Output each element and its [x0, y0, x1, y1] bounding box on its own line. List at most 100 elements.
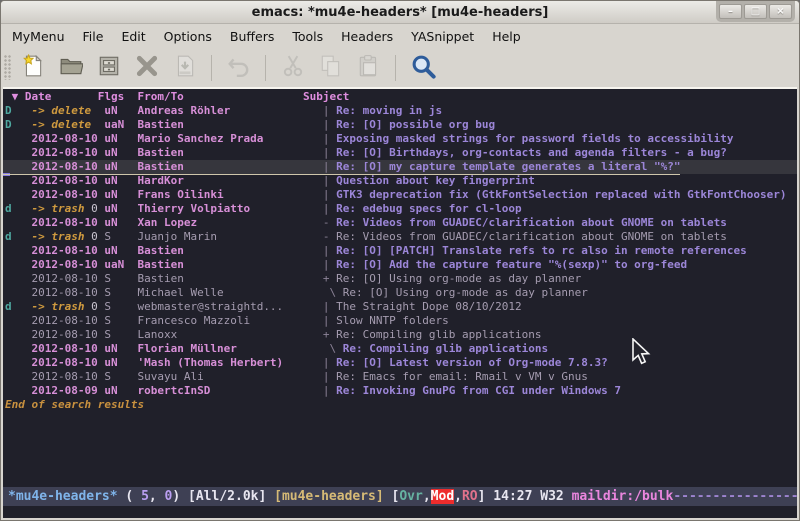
menu-headers[interactable]: Headers — [332, 26, 402, 47]
message-row[interactable]: D -> delete uN Andreas Röhler | Re: movi… — [3, 104, 797, 118]
modeline-segment-plain: ] — [478, 489, 494, 504]
date-field: 2012-08-10 — [32, 370, 105, 383]
message-row[interactable]: d -> trash 0 uN Thierry Volpiatto | Re: … — [3, 202, 797, 216]
subject-field: Re: [O] Birthdays, org-contacts and agen… — [336, 146, 727, 159]
mark-indicator — [5, 244, 32, 257]
subject-field: Re: Invoking GnuPG from CGI under Window… — [336, 384, 621, 397]
message-row[interactable]: 2012-08-10 S Bastien + Re: [O] Using org… — [3, 272, 797, 286]
message-row[interactable]: 2012-08-10 uN Bastien | Re: [O] my captu… — [3, 160, 797, 174]
toolbar-open-folder-button[interactable] — [53, 51, 88, 84]
toolbar-grip-handle[interactable] — [4, 55, 12, 80]
flags-field: uN — [104, 160, 137, 173]
subject-field: Re: Videos from GUADEC/clarification abo… — [336, 230, 727, 243]
flags-field: S — [104, 370, 137, 383]
thread-separator: | — [316, 258, 336, 271]
flags-field: uN — [104, 244, 137, 257]
message-row[interactable]: 2012-08-10 uN Bastien | Re: [O] Birthday… — [3, 146, 797, 160]
minimize-button[interactable]: – — [719, 4, 742, 19]
toolbar-new-file-button[interactable] — [15, 51, 50, 84]
maximize-button[interactable]: □ — [744, 4, 767, 19]
toolbar-copy-button — [313, 51, 348, 84]
thread-separator: | — [316, 370, 336, 383]
from-field: Suvayu Ali — [137, 370, 316, 383]
action-label: -> trash — [32, 300, 85, 313]
message-row[interactable]: D -> delete uaN Bastien | Re: [O] possib… — [3, 118, 797, 132]
undo-icon — [227, 54, 251, 82]
mark-indicator — [5, 384, 32, 397]
message-row[interactable]: 2012-08-10 S Suvayu Ali | Re: Emacs for … — [3, 370, 797, 384]
headers-column-header[interactable]: ▼ Date Flgs From/To Subject — [3, 89, 797, 104]
subject-field: Re: Videos from GUADEC/clarification abo… — [336, 216, 727, 229]
message-row[interactable]: 2012-08-10 S Lanoxx + Re: Compiling glib… — [3, 328, 797, 342]
menu-file[interactable]: File — [74, 26, 113, 47]
message-row[interactable]: 2012-08-10 uN Frans Oilinki | GTK3 depre… — [3, 188, 797, 202]
menu-help[interactable]: Help — [483, 26, 530, 47]
message-row[interactable]: d -> trash 0 S webmaster@straightd... | … — [3, 300, 797, 314]
mark-indicator: D — [5, 104, 32, 117]
date-field: 2012-08-10 — [32, 258, 105, 271]
subject-field: Slow NNTP folders — [336, 314, 449, 327]
thread-separator: | — [316, 314, 336, 327]
mark-indicator — [5, 272, 32, 285]
message-row[interactable]: 2012-08-10 uN Xan Lopez - Re: Videos fro… — [3, 216, 797, 230]
message-row[interactable]: 2012-08-10 uN Bastien | Re: [O] [PATCH] … — [3, 244, 797, 258]
toolbar-close-button[interactable] — [129, 51, 164, 84]
menu-yasnippet[interactable]: YASnippet — [402, 26, 483, 47]
mark-indicator — [5, 160, 32, 173]
toolbar-search-button[interactable] — [405, 51, 440, 84]
date-field: 2012-08-10 — [32, 314, 105, 327]
modeline-segment-plain: ( — [118, 489, 141, 504]
mark-indicator — [5, 356, 32, 369]
thread-separator: - — [316, 230, 336, 243]
from-field: Frans Oilinki — [137, 188, 316, 201]
flags-field: uN — [104, 202, 137, 215]
mu4e-headers-buffer: ▼ Date Flgs From/To Subject D -> delete … — [3, 87, 797, 487]
from-field: Lanoxx — [137, 328, 316, 341]
emacs-window: emacs: *mu4e-headers* [mu4e-headers] –□×… — [0, 0, 800, 521]
from-field: Juanjo Marin — [137, 230, 316, 243]
message-list: D -> delete uN Andreas Röhler | Re: movi… — [3, 104, 797, 398]
modeline-segment-plain: , — [423, 489, 431, 504]
action-label: -> trash — [32, 230, 85, 243]
subject-field: Re: edebug specs for cl-loop — [336, 202, 521, 215]
from-field: Bastien — [137, 258, 316, 271]
thread-separator: \ — [316, 286, 343, 299]
thread-separator: - — [316, 216, 336, 229]
modeline-segment-minor: [mu4e-headers] — [274, 489, 391, 504]
message-row[interactable]: 2012-08-10 uN Mario Sanchez Prada | Expo… — [3, 132, 797, 146]
thread-separator: \ — [316, 342, 343, 355]
thread-separator: | — [316, 300, 336, 313]
modeline-segment-plain: ) — [172, 489, 188, 504]
date-field: 2012-08-10 — [32, 216, 105, 229]
subject-field: Re: [O] possible org bug — [336, 118, 495, 131]
copy-icon — [319, 54, 343, 82]
menu-tools[interactable]: Tools — [283, 26, 332, 47]
toolbar-paste-button — [351, 51, 386, 84]
subject-field: Re: Compiling glib applications — [336, 328, 541, 341]
message-row[interactable]: 2012-08-10 uaN Bastien | Re: [O] Add the… — [3, 258, 797, 272]
flags-field: S — [104, 300, 137, 313]
message-row[interactable]: 2012-08-10 uN Florian Müllner \ Re: Comp… — [3, 342, 797, 356]
from-field: Michael Welle — [137, 286, 316, 299]
mark-indicator — [5, 258, 32, 271]
thread-separator: | — [316, 384, 336, 397]
message-row[interactable]: 2012-08-09 uN robertcInSD | Re: Invoking… — [3, 384, 797, 398]
toolbar-separator — [265, 55, 266, 81]
close-button[interactable]: × — [769, 4, 792, 19]
message-row[interactable]: 2012-08-10 S Francesco Mazzoli | Slow NN… — [3, 314, 797, 328]
menu-mymenu[interactable]: MyMenu — [3, 26, 74, 47]
cut-icon — [281, 54, 305, 82]
message-row[interactable]: 2012-08-10 uN 'Mash (Thomas Herbert) | R… — [3, 356, 797, 370]
message-row[interactable]: 2012-08-10 uN HardKor | Question about k… — [3, 174, 797, 188]
menu-options[interactable]: Options — [155, 26, 221, 47]
flags-field: S — [104, 328, 137, 341]
action-label: -> trash — [32, 202, 85, 215]
toolbar-save-button[interactable] — [91, 51, 126, 84]
message-row[interactable]: d -> trash 0 S Juanjo Marin - Re: Videos… — [3, 230, 797, 244]
toolbar-separator — [211, 55, 212, 81]
menu-edit[interactable]: Edit — [112, 26, 154, 47]
date-field: 2012-08-10 — [32, 160, 105, 173]
menu-buffers[interactable]: Buffers — [221, 26, 283, 47]
message-row[interactable]: 2012-08-10 S Michael Welle \ Re: [O] Usi… — [3, 286, 797, 300]
subject-field: Question about key fingerprint — [336, 174, 535, 187]
